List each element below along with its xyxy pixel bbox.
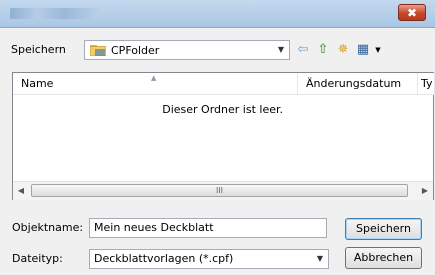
scroll-left-icon[interactable]: ◀ xyxy=(15,185,27,197)
empty-folder-message: Dieser Ordner ist leer. xyxy=(162,103,283,116)
file-list[interactable]: ▲ Name Änderungsdatum Ty Dieser Ordner i… xyxy=(12,72,435,200)
column-name[interactable]: ▲ Name xyxy=(13,73,298,95)
view-dropdown-icon[interactable]: ▼ xyxy=(369,41,387,59)
scroll-right-icon[interactable]: ▶ xyxy=(419,185,431,197)
filetype-value: Deckblattvorlagen (*.cpf) xyxy=(94,252,234,265)
filename-label: Objektname: xyxy=(12,221,84,234)
column-type[interactable]: Ty xyxy=(418,73,435,95)
save-in-combo[interactable]: CPFolder ▼ xyxy=(84,40,290,60)
cancel-button[interactable]: Abbrechen xyxy=(345,247,422,269)
column-date-modified[interactable]: Änderungsdatum xyxy=(298,73,418,95)
new-folder-icon[interactable]: ✵ xyxy=(334,41,352,59)
save-dialog: ✖ Speichern CPFolder ▼ ⇦ ⇧ ✵ ▦ ▼ ▲ Name … xyxy=(0,0,435,275)
grip-icon: III xyxy=(215,186,224,195)
filename-input[interactable]: Mein neues Deckblatt xyxy=(89,218,327,238)
up-folder-icon[interactable]: ⇧ xyxy=(314,41,332,59)
back-icon[interactable]: ⇦ xyxy=(294,41,312,59)
chevron-down-icon[interactable]: ▼ xyxy=(273,41,289,59)
save-button[interactable]: Speichern xyxy=(345,218,422,240)
save-in-value: CPFolder xyxy=(111,44,160,57)
filetype-select[interactable]: Deckblattvorlagen (*.cpf) ▼ xyxy=(89,249,329,269)
filetype-label: Dateityp: xyxy=(12,252,63,265)
close-icon: ✖ xyxy=(406,6,418,20)
folder-icon xyxy=(90,45,106,56)
close-button[interactable]: ✖ xyxy=(398,4,426,21)
window-title xyxy=(10,8,100,19)
scrollbar-thumb[interactable]: III xyxy=(31,184,408,197)
save-in-label: Speichern xyxy=(11,43,66,56)
dialog-body: Speichern CPFolder ▼ ⇦ ⇧ ✵ ▦ ▼ ▲ Name Än… xyxy=(0,28,435,275)
title-bar: ✖ xyxy=(0,0,435,28)
sort-caret-icon: ▲ xyxy=(151,74,157,82)
chevron-down-icon[interactable]: ▼ xyxy=(312,250,328,268)
horizontal-scrollbar[interactable]: ◀ III ▶ xyxy=(13,181,433,200)
